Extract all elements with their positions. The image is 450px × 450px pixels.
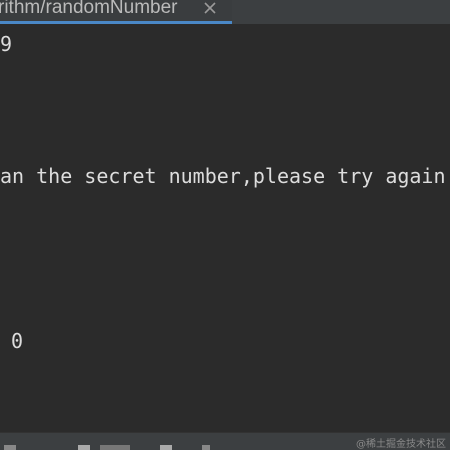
tab-title: rithm/randomNumber <box>0 0 178 18</box>
console-line: 9 <box>0 32 13 56</box>
close-icon[interactable] <box>202 0 218 16</box>
editor-tab-bar: rithm/randomNumber <box>0 0 450 24</box>
console-line: 0 <box>11 329 24 353</box>
tool-window-bar: @稀土掘金技术社区 <box>0 432 450 450</box>
tab-randomnumber[interactable]: rithm/randomNumber <box>0 0 232 24</box>
ide-window: rithm/randomNumber 9 an the secret numbe… <box>0 0 450 450</box>
run-console-output[interactable]: 9 an the secret number,please try again … <box>0 24 450 432</box>
run-icon[interactable] <box>4 445 16 450</box>
terminal-icon[interactable] <box>78 445 90 450</box>
todo-icon[interactable] <box>100 445 130 450</box>
watermark: @稀土掘金技术社区 <box>356 439 446 450</box>
console-line: an the secret number,please try again <box>0 164 446 188</box>
problems-icon[interactable] <box>160 445 172 450</box>
services-icon[interactable] <box>202 445 210 450</box>
